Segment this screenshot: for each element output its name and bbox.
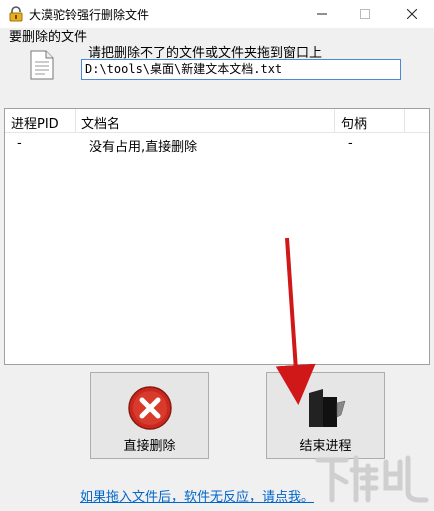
- column-divider[interactable]: [404, 109, 405, 133]
- column-header-pid[interactable]: 进程PID: [11, 113, 59, 132]
- folder-icon: [308, 389, 345, 427]
- direct-delete-button[interactable]: 直接删除: [90, 372, 209, 459]
- process-list[interactable]: 进程PID 文档名 句柄 - 没有占用,直接删除 -: [4, 108, 430, 365]
- maximize-icon: [359, 9, 370, 19]
- file-group-label: 要删除的文件: [9, 30, 88, 45]
- cell-pid: -: [17, 136, 22, 151]
- end-process-button[interactable]: 结束进程: [266, 372, 385, 459]
- column-divider[interactable]: [334, 109, 335, 133]
- delete-x-icon: [127, 386, 172, 430]
- cell-docname: 没有占用,直接删除: [89, 140, 198, 155]
- watermark-logo: [315, 455, 429, 503]
- table-row[interactable]: - 没有占用,直接删除 -: [5, 134, 429, 155]
- window-title: 大漠驼铃强行删除文件: [29, 8, 150, 22]
- column-header-handle[interactable]: 句柄: [341, 113, 367, 132]
- help-link[interactable]: 如果拖入文件后，软件无反应，请点我。: [80, 486, 314, 505]
- document-icon: [30, 50, 54, 80]
- minimize-button[interactable]: [299, 0, 344, 28]
- maximize-button[interactable]: [342, 0, 387, 28]
- list-header: 进程PID 文档名 句柄: [5, 109, 429, 133]
- close-icon: [406, 9, 417, 19]
- file-path-input[interactable]: D:\tools\桌面\新建文本文档.txt: [81, 59, 401, 80]
- title-bar: 大漠驼铃强行删除文件: [0, 0, 434, 28]
- lock-icon: [9, 6, 23, 22]
- minimize-icon: [316, 13, 327, 15]
- column-divider[interactable]: [75, 109, 76, 133]
- close-button[interactable]: [389, 0, 434, 28]
- direct-delete-label: 直接删除: [123, 439, 176, 454]
- column-header-docname[interactable]: 文档名: [81, 113, 120, 132]
- cell-handle: -: [348, 136, 353, 151]
